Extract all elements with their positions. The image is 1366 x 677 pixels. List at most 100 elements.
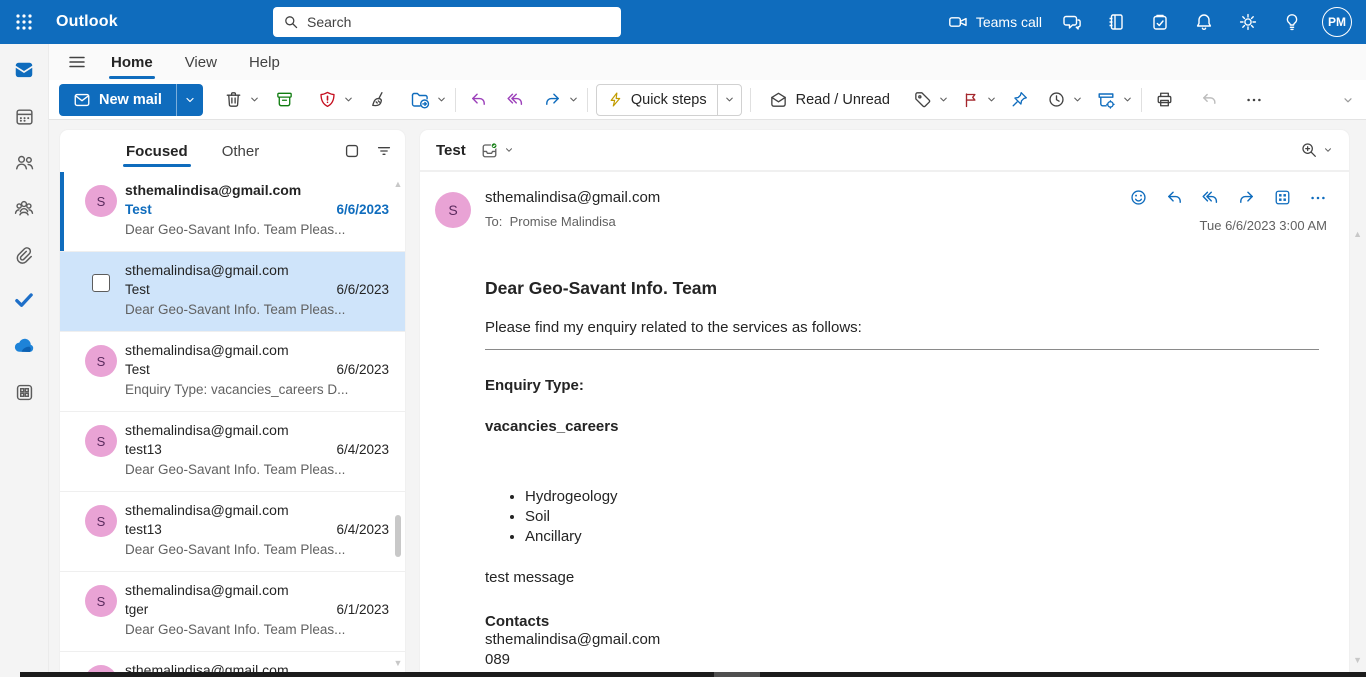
forward-icon[interactable]: [1237, 188, 1256, 207]
move-to-button[interactable]: [405, 84, 435, 116]
bell-icon: [1194, 12, 1214, 32]
rail-item-mail[interactable]: [4, 54, 44, 86]
forward-button[interactable]: [538, 84, 567, 116]
body-message: test message: [485, 569, 575, 586]
quick-steps-button[interactable]: Quick steps: [595, 83, 742, 116]
rail-item-calendar[interactable]: [4, 100, 44, 132]
scrollbar-thumb[interactable]: [395, 515, 401, 557]
more-options-icon[interactable]: [1309, 189, 1327, 207]
quick-steps-dropdown[interactable]: [716, 84, 741, 115]
pane-scroll-up-icon[interactable]: ▲: [1353, 229, 1362, 239]
preview: Dear Geo-Savant Info. Team Pleas...: [125, 302, 346, 317]
people-icon: [14, 152, 35, 173]
app-launcher-button[interactable]: [0, 0, 48, 44]
tab-help[interactable]: Help: [247, 48, 282, 77]
rail-item-onedrive[interactable]: [4, 330, 44, 362]
zoom-dropdown-chevron[interactable]: [1323, 145, 1333, 155]
teams-call-button[interactable]: Teams call: [942, 0, 1048, 44]
rules-dropdown-chevron[interactable]: [1122, 94, 1133, 105]
tab-view[interactable]: View: [183, 48, 219, 77]
inbox-label-icon[interactable]: [480, 141, 499, 160]
print-button[interactable]: [1150, 84, 1179, 116]
subject: Test: [125, 202, 152, 217]
reply-all-button[interactable]: [501, 84, 530, 116]
undo-button[interactable]: [1195, 84, 1224, 116]
list-scrollbar[interactable]: ▲ ▼: [392, 172, 404, 677]
search-input[interactable]: [307, 14, 611, 30]
notebook-button[interactable]: [1096, 0, 1136, 44]
tag-dropdown-chevron[interactable]: [938, 94, 949, 105]
tab-other[interactable]: Other: [221, 134, 261, 169]
delete-button[interactable]: [219, 84, 248, 116]
list-item[interactable]: S sthemalindisa@gmail.com Test 6/6/2023 D…: [60, 172, 405, 252]
flag-button[interactable]: [957, 84, 985, 116]
select-messages-icon[interactable]: [343, 142, 361, 160]
search-bar[interactable]: [273, 7, 621, 37]
scroll-up-icon[interactable]: ▲: [394, 178, 403, 190]
chat-button[interactable]: [1052, 0, 1092, 44]
collapse-ribbon-chevron[interactable]: [1342, 94, 1356, 106]
message-sender[interactable]: sthemalindisa@gmail.com: [485, 189, 660, 206]
list-item[interactable]: S sthemalindisa@gmail.com test13 6/4/2023…: [60, 492, 405, 572]
recipient-name[interactable]: Promise Malindisa: [510, 214, 616, 229]
notifications-button[interactable]: [1184, 0, 1224, 44]
account-button[interactable]: PM: [1316, 0, 1358, 44]
list-item[interactable]: sthemalindisa@gmail.com Test 6/6/2023 Dea…: [60, 252, 405, 332]
rail-item-people[interactable]: [4, 146, 44, 178]
hamburger-menu-button[interactable]: [59, 47, 95, 77]
rail-item-todo[interactable]: [4, 284, 44, 316]
label-dropdown-chevron[interactable]: [504, 145, 514, 155]
read-unread-button[interactable]: Read / Unread: [759, 84, 900, 116]
reply-button[interactable]: [464, 84, 493, 116]
tab-focused[interactable]: Focused: [123, 134, 191, 169]
toolbar-more-button[interactable]: [1240, 84, 1268, 116]
to-label: To:: [485, 214, 503, 229]
add-reaction-icon[interactable]: [1129, 188, 1148, 207]
broom-icon: [369, 90, 388, 109]
apps-icon[interactable]: [1273, 188, 1292, 207]
delete-dropdown-chevron[interactable]: [249, 94, 260, 105]
snooze-button[interactable]: [1042, 84, 1071, 116]
flag-dropdown-chevron[interactable]: [986, 94, 997, 105]
body-intro: Please find my enquiry related to the se…: [485, 319, 862, 336]
tips-button[interactable]: [1272, 0, 1312, 44]
tag-button[interactable]: [908, 84, 937, 116]
avatar[interactable]: S: [85, 185, 117, 217]
reply-icon[interactable]: [1165, 188, 1184, 207]
pane-scroll-down-icon[interactable]: ▼: [1353, 655, 1362, 665]
filter-icon[interactable]: [375, 142, 393, 160]
reply-all-icon[interactable]: [1201, 188, 1220, 207]
report-dropdown-chevron[interactable]: [343, 94, 354, 105]
tab-home[interactable]: Home: [109, 48, 155, 79]
services-list: Hydrogeology Soil Ancillary: [525, 487, 1319, 547]
list-item[interactable]: S sthemalindisa@gmail.com test13 6/4/2023…: [60, 412, 405, 492]
sweep-button[interactable]: [364, 84, 393, 116]
new-mail-dropdown[interactable]: [177, 84, 203, 116]
move-to-dropdown-chevron[interactable]: [436, 94, 447, 105]
avatar[interactable]: S: [85, 425, 117, 457]
list-item[interactable]: S sthemalindisa@gmail.com Test 6/6/2023 E…: [60, 332, 405, 412]
avatar[interactable]: S: [85, 345, 117, 377]
tasks-button[interactable]: [1140, 0, 1180, 44]
new-mail-button[interactable]: New mail: [59, 83, 203, 116]
scroll-down-icon[interactable]: ▼: [394, 657, 403, 669]
pin-button[interactable]: [1005, 84, 1034, 116]
zoom-in-icon[interactable]: [1300, 141, 1318, 159]
rail-item-more-apps[interactable]: [4, 376, 44, 408]
subject: test13: [125, 442, 162, 457]
archive-button[interactable]: [270, 84, 299, 116]
sender-avatar[interactable]: S: [435, 192, 471, 228]
report-button[interactable]: [313, 84, 342, 116]
preview: Dear Geo-Savant Info. Team Pleas...: [125, 222, 346, 237]
rules-button[interactable]: [1091, 84, 1121, 116]
rail-item-groups[interactable]: [4, 192, 44, 224]
message-checkbox[interactable]: [92, 274, 110, 292]
avatar[interactable]: S: [85, 585, 117, 617]
list-item[interactable]: S sthemalindisa@gmail.com tger 6/1/2023 D…: [60, 572, 405, 652]
avatar[interactable]: S: [85, 505, 117, 537]
forward-dropdown-chevron[interactable]: [568, 94, 579, 105]
settings-button[interactable]: [1228, 0, 1268, 44]
snooze-dropdown-chevron[interactable]: [1072, 94, 1083, 105]
onedrive-cloud-icon: [12, 334, 36, 358]
rail-item-files[interactable]: [4, 238, 44, 270]
